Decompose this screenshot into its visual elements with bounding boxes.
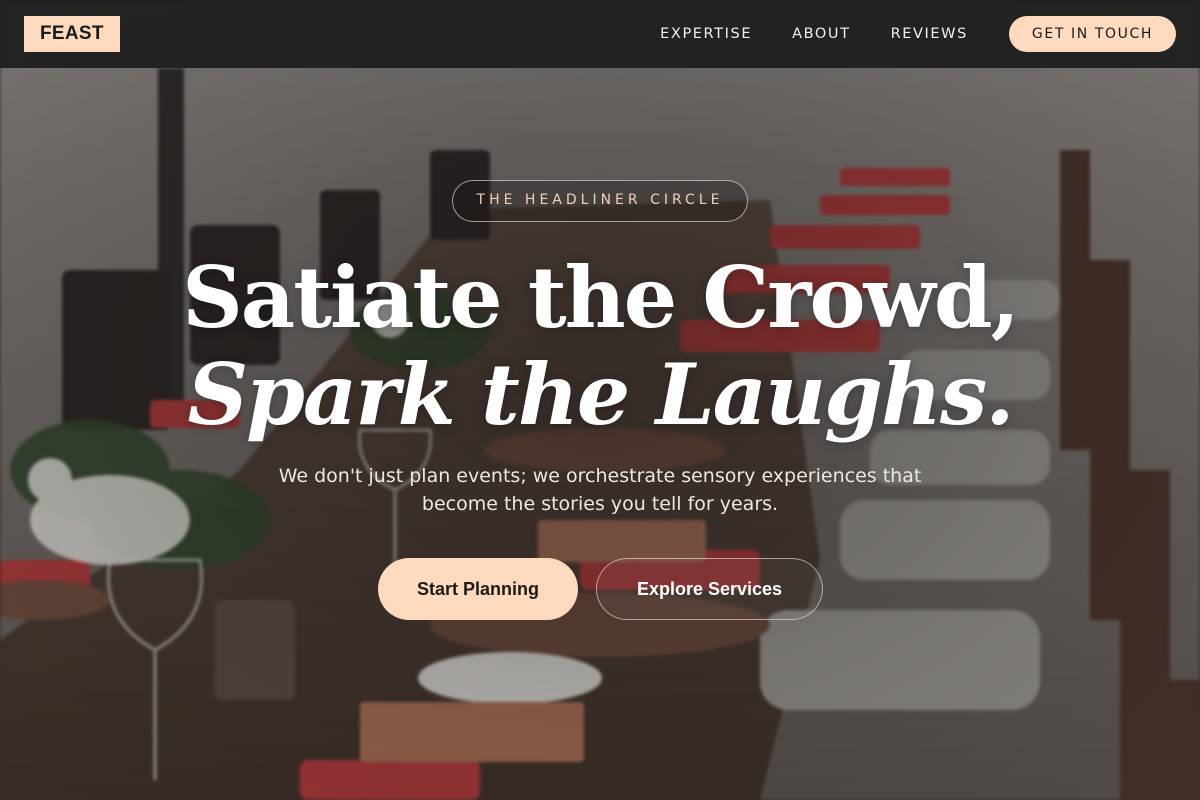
nav-link-reviews[interactable]: REVIEWS (891, 26, 968, 42)
explore-services-button[interactable]: Explore Services (596, 558, 823, 620)
hero-headline-line-1: Satiate the Crowd, (182, 248, 1020, 347)
nav-link-expertise[interactable]: EXPERTISE (660, 26, 752, 42)
eyebrow-badge: THE HEADLINER CIRCLE (452, 180, 748, 222)
start-planning-button[interactable]: Start Planning (378, 558, 578, 620)
brand-logo[interactable]: FEAST (24, 16, 120, 52)
hero-section: THE HEADLINER CIRCLE Satiate the Crowd, … (0, 68, 1200, 800)
hero-headline-line-2: Spark the Laughs. (187, 345, 1015, 444)
get-in-touch-button[interactable]: GET IN TOUCH (1008, 16, 1176, 52)
nav-link-about[interactable]: ABOUT (792, 26, 851, 42)
hero-subtitle: We don't just plan events; we orchestrat… (278, 465, 922, 515)
main-nav: EXPERTISE ABOUT REVIEWS GET IN TOUCH (660, 16, 1176, 52)
site-header: FEAST EXPERTISE ABOUT REVIEWS GET IN TOU… (0, 0, 1200, 68)
